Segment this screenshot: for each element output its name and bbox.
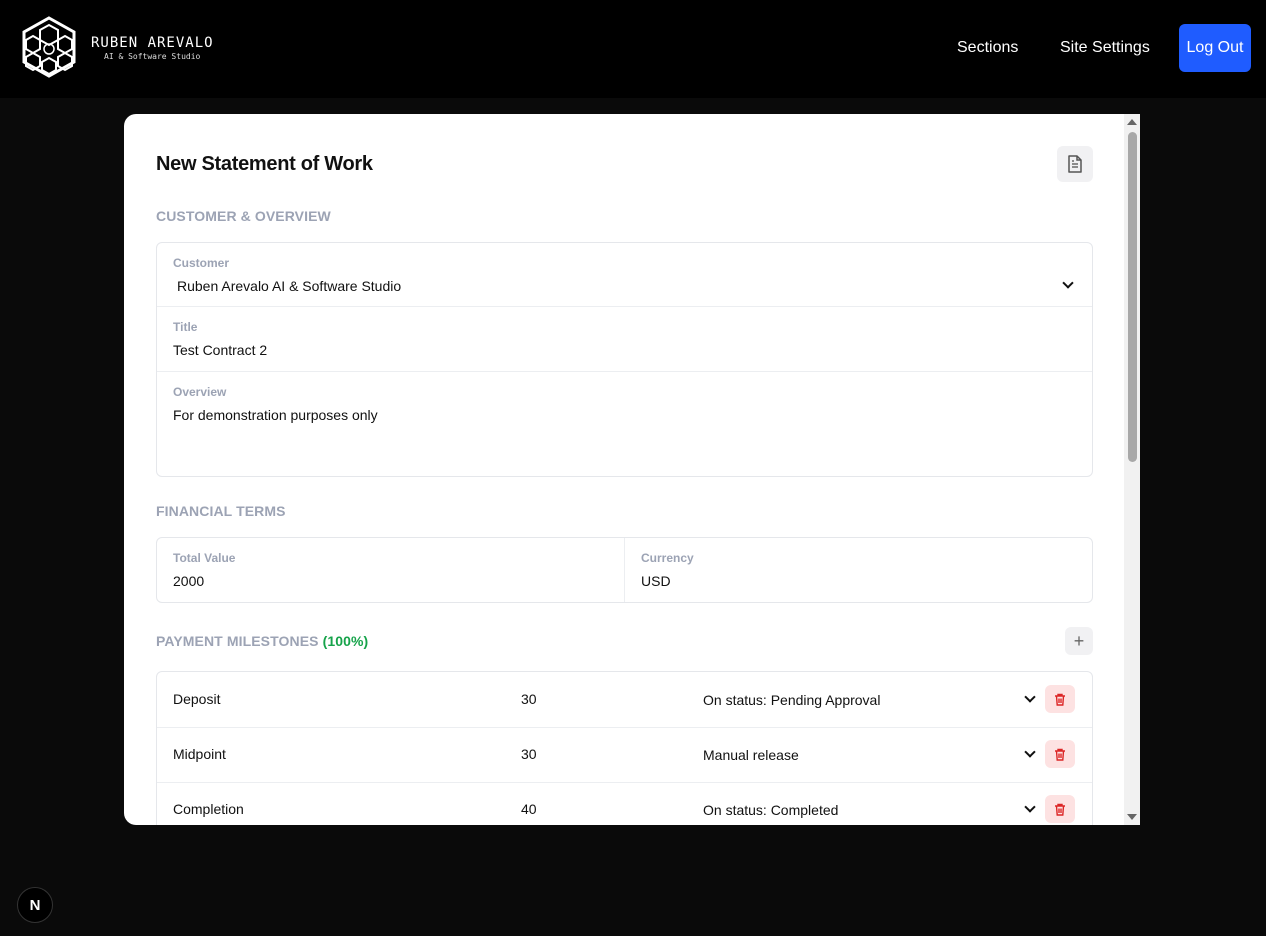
page-title: New Statement of Work [156, 153, 373, 175]
customer-select[interactable]: Customer Ruben Arevalo AI & Software Stu… [157, 243, 1092, 307]
scroll-down-arrow-icon[interactable] [1127, 814, 1137, 820]
total-value-field[interactable]: Total Value 2000 [157, 538, 625, 602]
chevron-down-icon [1024, 801, 1036, 813]
milestones-percent-total: (100%) [322, 633, 369, 649]
milestone-name-input[interactable]: Midpoint [173, 746, 226, 762]
milestone-percent-input[interactable]: 30 [521, 691, 537, 707]
scroll-thumb[interactable] [1128, 132, 1137, 462]
overview-value: For demonstration purposes only [173, 407, 378, 423]
section-heading-financial-terms: FINANCIAL TERMS [156, 503, 286, 519]
title-label: Title [173, 320, 198, 334]
milestone-row: Midpoint 30 Manual release [157, 727, 1092, 782]
currency-field[interactable]: Currency USD [625, 538, 1092, 602]
sow-form-panel: New Statement of Work CUSTOMER & OVERVIE… [124, 114, 1140, 825]
milestone-name-input[interactable]: Deposit [173, 691, 220, 707]
milestone-trigger-select[interactable]: On status: Completed [703, 802, 838, 818]
trash-icon [1055, 803, 1065, 816]
total-value-label: Total Value [173, 551, 236, 565]
nextjs-dev-badge[interactable]: N [17, 887, 53, 923]
brand-name: RUBEN AREVALO [91, 35, 214, 51]
milestone-row: Deposit 30 On status: Pending Approval [157, 672, 1092, 727]
plus-icon: + [1073, 631, 1085, 651]
chevron-down-icon [1062, 277, 1074, 289]
chevron-down-icon [1024, 691, 1036, 703]
financial-terms-card: Total Value 2000 Currency USD [156, 537, 1093, 603]
trash-icon [1055, 693, 1065, 706]
nav-link-sections[interactable]: Sections [957, 39, 1018, 57]
section-heading-payment-milestones: PAYMENT MILESTONES (100%) [156, 633, 368, 649]
logout-button[interactable]: Log Out [1179, 24, 1251, 72]
document-button[interactable] [1057, 146, 1093, 182]
currency-value: USD [641, 573, 671, 589]
milestone-percent-input[interactable]: 40 [521, 801, 537, 817]
milestone-trigger-select[interactable]: On status: Pending Approval [703, 692, 880, 708]
payment-milestones-label: PAYMENT MILESTONES [156, 633, 319, 649]
add-milestone-button[interactable]: + [1065, 627, 1093, 655]
document-icon [1068, 155, 1082, 173]
section-heading-customer-overview: CUSTOMER & OVERVIEW [156, 208, 331, 224]
overview-textarea[interactable]: Overview For demonstration purposes only [157, 372, 1092, 476]
delete-milestone-button[interactable] [1045, 740, 1075, 768]
brand-tagline: AI & Software Studio [104, 52, 201, 61]
delete-milestone-button[interactable] [1045, 795, 1075, 823]
milestone-row: Completion 40 On status: Completed [157, 782, 1092, 825]
total-value-value: 2000 [173, 573, 205, 589]
title-field[interactable]: Title Test Contract 2 [157, 307, 1092, 372]
delete-milestone-button[interactable] [1045, 685, 1075, 713]
trash-icon [1055, 748, 1065, 761]
currency-label: Currency [641, 551, 694, 565]
panel-scrollbar[interactable] [1124, 114, 1140, 825]
nav-link-site-settings[interactable]: Site Settings [1060, 39, 1150, 57]
milestone-name-input[interactable]: Completion [173, 801, 244, 817]
customer-overview-card: Customer Ruben Arevalo AI & Software Stu… [156, 242, 1093, 477]
milestones-card: Deposit 30 On status: Pending Approval M… [156, 671, 1093, 825]
overview-label: Overview [173, 385, 227, 399]
customer-value: Ruben Arevalo AI & Software Studio [177, 278, 402, 294]
title-value: Test Contract 2 [173, 342, 268, 358]
scroll-up-arrow-icon[interactable] [1127, 119, 1137, 125]
logo-icon[interactable] [20, 16, 78, 78]
chevron-down-icon [1024, 746, 1036, 758]
milestone-trigger-select[interactable]: Manual release [703, 747, 799, 763]
top-navbar: RUBEN AREVALO AI & Software Studio Secti… [0, 0, 1266, 98]
customer-label: Customer [173, 256, 230, 270]
milestone-percent-input[interactable]: 30 [521, 746, 537, 762]
